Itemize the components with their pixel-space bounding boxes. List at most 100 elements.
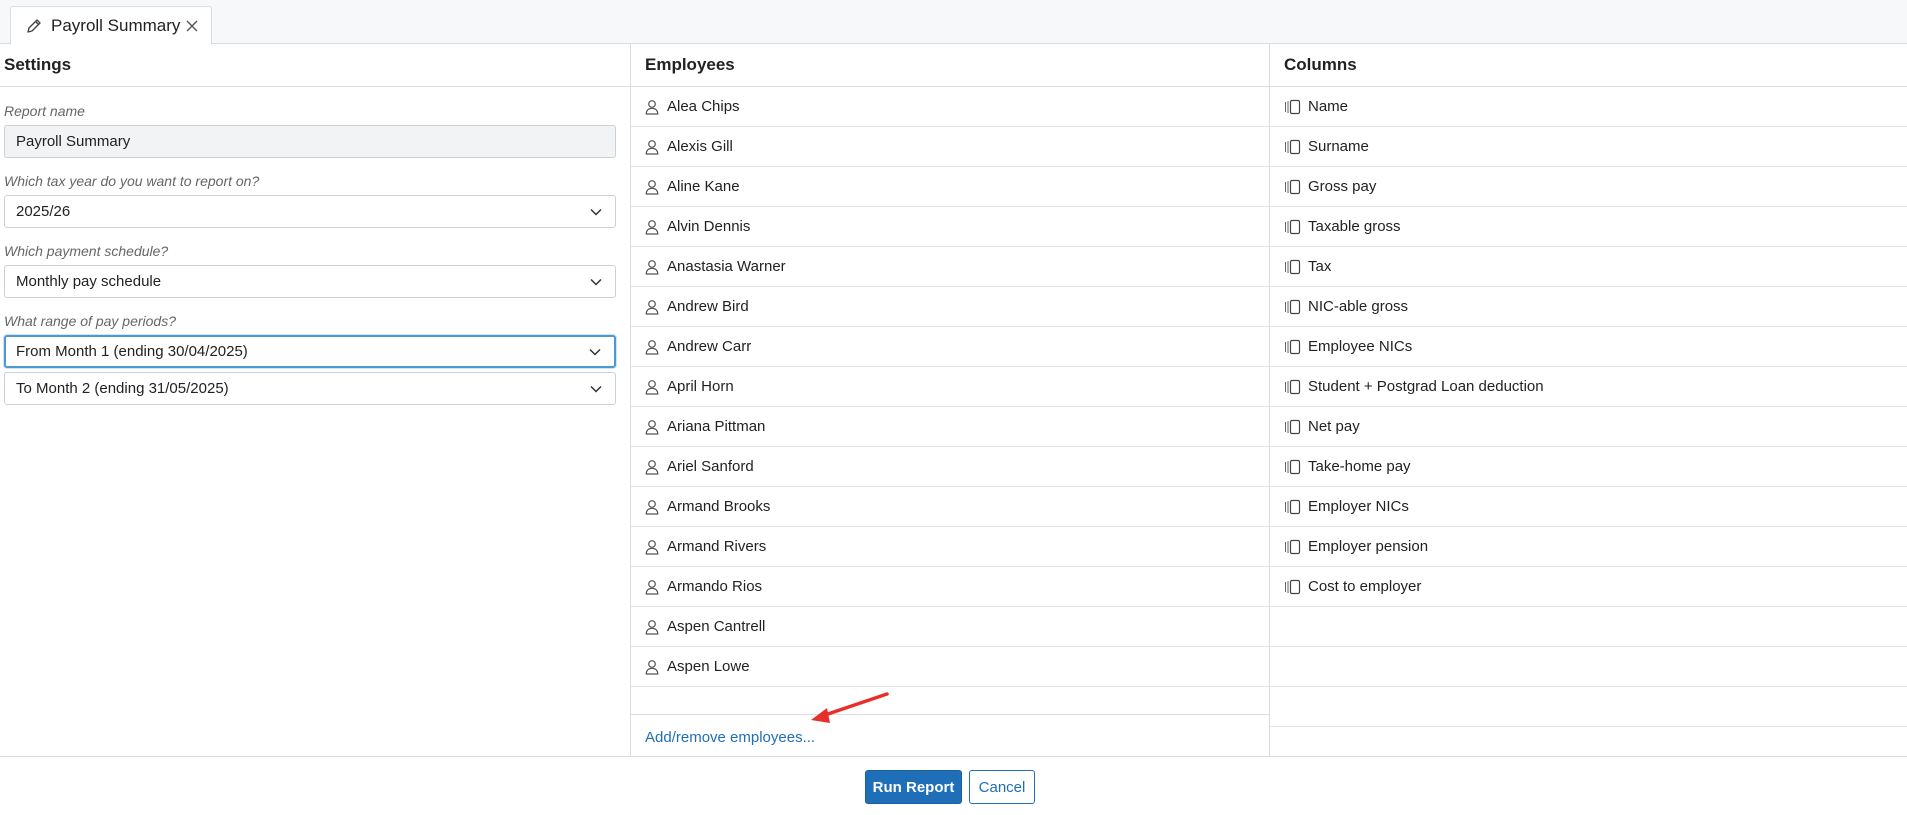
column-drag-icon[interactable] (1284, 179, 1302, 195)
footer: Run Report Cancel (0, 756, 1907, 815)
column-name: NIC-able gross (1308, 298, 1409, 315)
list-item[interactable]: Aspen Lowe (631, 647, 1269, 687)
column-name: Employer pension (1308, 538, 1429, 555)
report-name-value: Payroll Summary (16, 133, 131, 150)
list-item[interactable]: Armand Rivers (631, 527, 1269, 567)
list-item[interactable]: Employer pension (1270, 527, 1907, 567)
tab-payroll-summary[interactable]: Payroll Summary (10, 6, 212, 45)
close-icon[interactable] (185, 19, 199, 33)
list-item[interactable]: Taxable gross (1270, 207, 1907, 247)
person-icon (645, 139, 659, 155)
column-drag-icon[interactable] (1284, 579, 1302, 595)
list-item[interactable]: Student + Postgrad Loan deduction (1270, 367, 1907, 407)
column-drag-icon[interactable] (1284, 539, 1302, 555)
tab-label: Payroll Summary (51, 15, 181, 35)
employees-panel: Employees Alea Chips Alexis Gill Aline Kan… (631, 44, 1270, 756)
person-icon (645, 619, 659, 635)
list-item[interactable]: Andrew Carr (631, 327, 1269, 367)
list-item[interactable]: Ariel Sanford (631, 447, 1269, 487)
person-icon (645, 179, 659, 195)
employee-name: Andrew Carr (667, 338, 752, 355)
chevron-down-icon (589, 348, 601, 356)
list-item[interactable]: Anastasia Warner (631, 247, 1269, 287)
column-name: Cost to employer (1308, 578, 1422, 595)
list-item[interactable]: Armand Brooks (631, 487, 1269, 527)
employees-header: Employees (631, 44, 1269, 87)
column-drag-icon[interactable] (1284, 419, 1302, 435)
employee-name: Alvin Dennis (667, 218, 751, 235)
chevron-down-icon (590, 278, 602, 286)
tax-year-select[interactable]: 2025/26 (4, 195, 616, 228)
list-item[interactable]: Alea Chips (631, 87, 1269, 127)
column-name: Tax (1308, 258, 1332, 275)
list-item[interactable]: Tax (1270, 247, 1907, 287)
list-item[interactable]: Name (1270, 87, 1907, 127)
schedule-value: Monthly pay schedule (16, 273, 162, 290)
employee-list[interactable]: Alea Chips Alexis Gill Aline Kane Alvin Den… (631, 87, 1269, 715)
list-item[interactable]: Net pay (1270, 407, 1907, 447)
list-item[interactable]: Take-home pay (1270, 447, 1907, 487)
employee-name: Aspen Lowe (667, 658, 750, 675)
column-name: Take-home pay (1308, 458, 1411, 475)
list-item[interactable]: Cost to employer (1270, 567, 1907, 607)
list-item[interactable]: Aline Kane (631, 167, 1269, 207)
range-to-select[interactable]: To Month 2 (ending 31/05/2025) (4, 372, 616, 405)
column-name: Name (1308, 98, 1349, 115)
column-drag-icon[interactable] (1284, 99, 1302, 115)
column-name: Gross pay (1308, 178, 1377, 195)
column-drag-icon[interactable] (1284, 299, 1302, 315)
schedule-label: Which payment schedule? (4, 243, 169, 259)
chevron-down-icon (590, 385, 602, 393)
column-drag-icon[interactable] (1284, 139, 1302, 155)
employee-name: Andrew Bird (667, 298, 749, 315)
employee-name: Armando Rios (667, 578, 763, 595)
list-item[interactable]: Ariana Pittman (631, 407, 1269, 447)
list-item[interactable]: Surname (1270, 127, 1907, 167)
person-icon (645, 259, 659, 275)
annotation-arrow (811, 692, 889, 723)
person-icon (645, 579, 659, 595)
range-to-value: To Month 2 (ending 31/05/2025) (16, 380, 229, 397)
list-item[interactable]: Employee NICs (1270, 327, 1907, 367)
list-item[interactable]: Armando Rios (631, 567, 1269, 607)
person-icon (645, 99, 659, 115)
column-drag-icon[interactable] (1284, 259, 1302, 275)
add-remove-employees-link[interactable]: Add/remove employees... (631, 729, 1269, 746)
column-drag-icon[interactable] (1284, 459, 1302, 475)
list-item[interactable]: Aspen Cantrell (631, 607, 1269, 647)
list-item[interactable]: Andrew Bird (631, 287, 1269, 327)
person-icon (645, 499, 659, 515)
tax-year-value: 2025/26 (16, 203, 71, 220)
column-drag-icon[interactable] (1284, 339, 1302, 355)
employee-name: Anastasia Warner (667, 258, 786, 275)
list-item[interactable]: Alvin Dennis (631, 207, 1269, 247)
list-item[interactable]: Alexis Gill (631, 127, 1269, 167)
tab-strip: Payroll Summary (0, 0, 1907, 45)
range-from-select[interactable]: From Month 1 (ending 30/04/2025) (4, 335, 616, 368)
column-name: Taxable gross (1308, 218, 1401, 235)
person-icon (645, 339, 659, 355)
cancel-button[interactable]: Cancel (969, 770, 1035, 804)
person-icon (645, 299, 659, 315)
employee-name: Ariana Pittman (667, 418, 766, 435)
person-icon (645, 659, 659, 675)
column-name: Student + Postgrad Loan deduction (1308, 378, 1544, 395)
range-label: What range of pay periods? (4, 313, 176, 329)
column-drag-icon[interactable] (1284, 379, 1302, 395)
column-name: Net pay (1308, 418, 1360, 435)
column-drag-icon[interactable] (1284, 499, 1302, 515)
report-name-field[interactable]: Payroll Summary (4, 125, 616, 158)
list-item[interactable]: Gross pay (1270, 167, 1907, 207)
schedule-select[interactable]: Monthly pay schedule (4, 265, 616, 298)
column-drag-icon[interactable] (1284, 219, 1302, 235)
list-item[interactable]: NIC-able gross (1270, 287, 1907, 327)
person-icon (645, 459, 659, 475)
employee-name: Alexis Gill (667, 138, 733, 155)
employee-name: Aspen Cantrell (667, 618, 766, 635)
column-name: Surname (1308, 138, 1369, 155)
list-item[interactable]: Employer NICs (1270, 487, 1907, 527)
employee-name: Alea Chips (667, 98, 740, 115)
list-item[interactable]: April Horn (631, 367, 1269, 407)
pencil-icon (27, 18, 41, 33)
run-report-button[interactable]: Run Report (865, 770, 962, 804)
